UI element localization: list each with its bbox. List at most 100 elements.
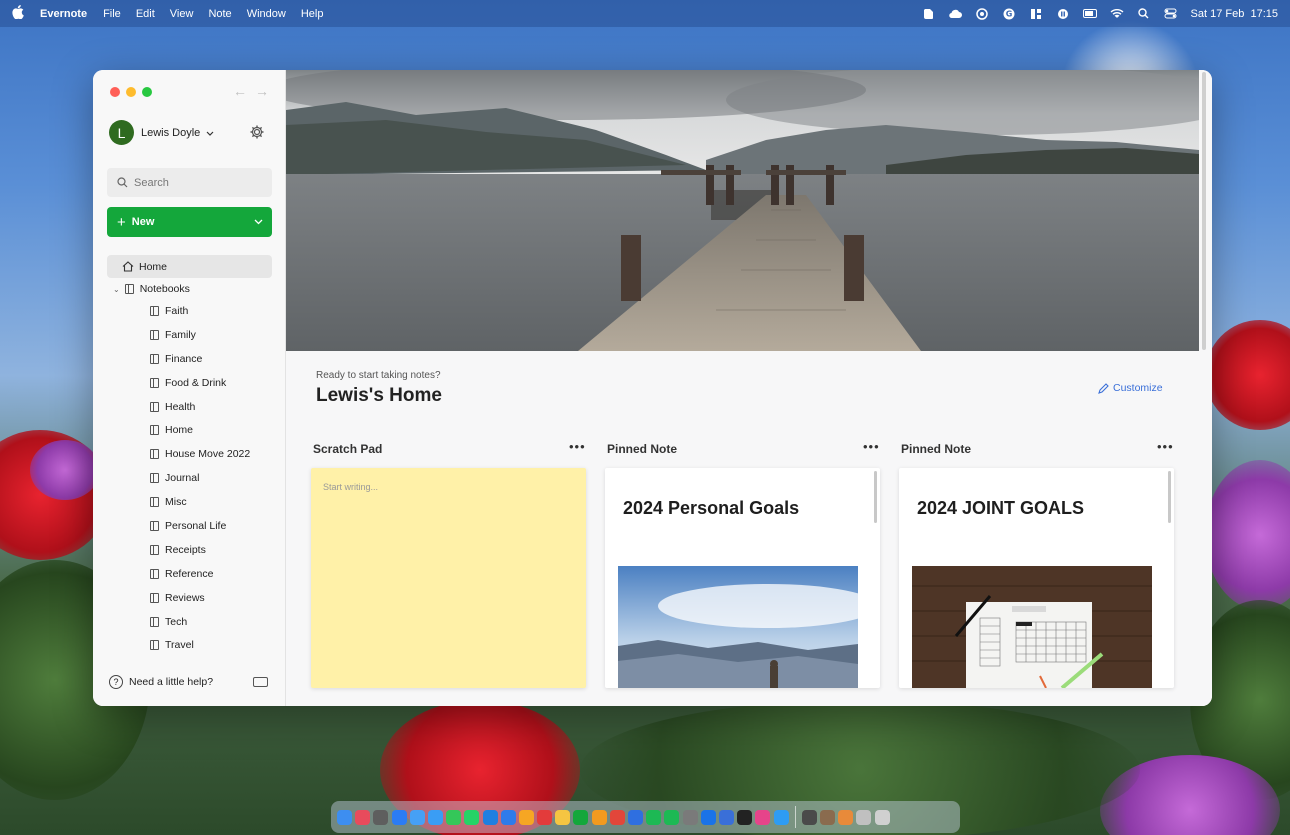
dock-app-icon[interactable]	[573, 809, 589, 825]
sidebar-item-notebook[interactable]: House Move 2022	[150, 442, 250, 466]
dock-app-icon[interactable]	[373, 809, 389, 825]
dock-app-icon[interactable]	[755, 809, 771, 825]
new-button-label: New	[131, 216, 155, 228]
note-scrollbar[interactable]	[1168, 471, 1171, 523]
dock-app-icon[interactable]	[464, 809, 480, 825]
dock-app-icon[interactable]	[518, 809, 534, 825]
pinned-note-card[interactable]: 2024 JOINT GOALS	[899, 468, 1174, 688]
control-center-icon[interactable]	[1164, 8, 1178, 20]
dock-app-icon[interactable]	[591, 809, 607, 825]
menu-file[interactable]: File	[103, 8, 121, 20]
vpn-icon[interactable]	[975, 7, 989, 20]
sidebar-item-notebook[interactable]: Receipts	[150, 538, 250, 562]
notebook-icon	[150, 329, 159, 340]
customize-button[interactable]: Customize	[1098, 382, 1163, 394]
main-scrollbar[interactable]	[1199, 70, 1211, 706]
dock-app-icon[interactable]	[838, 809, 854, 825]
notebook-label: Food & Drink	[165, 376, 227, 389]
battery-icon[interactable]	[1082, 8, 1097, 20]
dock-app-icon[interactable]	[446, 809, 462, 825]
sidebar-item-home[interactable]: Home	[107, 255, 272, 278]
dock-app-icon[interactable]	[874, 809, 890, 825]
menu-view[interactable]: View	[170, 8, 194, 20]
chat-icon[interactable]	[1056, 8, 1070, 20]
dock-app-icon[interactable]	[355, 809, 371, 825]
grammarly-icon[interactable]: G	[1002, 8, 1016, 20]
dock-app-icon[interactable]	[409, 809, 425, 825]
scrollbar-thumb[interactable]	[1202, 72, 1206, 350]
dock-app-icon[interactable]	[628, 809, 643, 825]
chevron-down-icon[interactable]: ⌄	[113, 285, 120, 294]
menubar-clock[interactable]: Sat 17 Feb 17:15	[1191, 8, 1278, 20]
dock-app-icon[interactable]	[820, 809, 836, 825]
spotlight-search-icon[interactable]	[1137, 8, 1151, 20]
help-label: Need a little help?	[129, 676, 214, 688]
dock-app-icon[interactable]	[391, 809, 407, 825]
menu-app-name[interactable]: Evernote	[40, 8, 87, 20]
scratch-pad-card[interactable]: Start writing...	[311, 468, 586, 688]
dock-app-icon[interactable]	[700, 809, 716, 825]
sidebar-item-notebook[interactable]: Finance	[150, 347, 250, 371]
sidebar-item-notebook[interactable]: Reviews	[150, 586, 250, 610]
note-scrollbar[interactable]	[874, 471, 877, 523]
menu-note[interactable]: Note	[208, 8, 231, 20]
more-options-icon[interactable]: •••	[1157, 439, 1174, 454]
window-manager-icon[interactable]	[1029, 8, 1043, 20]
sidebar-item-notebook[interactable]: Misc	[150, 490, 250, 514]
dock-app-icon[interactable]	[337, 809, 352, 825]
chevron-down-icon[interactable]	[254, 217, 263, 228]
dock-app-icon[interactable]	[500, 809, 516, 825]
dock-app-icon[interactable]	[646, 809, 662, 825]
sidebar-item-notebook[interactable]: Journal	[150, 466, 250, 490]
apple-icon[interactable]	[12, 5, 26, 22]
evernote-status-icon[interactable]	[921, 8, 935, 20]
notebook-label: Health	[165, 400, 196, 413]
wifi-icon[interactable]	[1110, 8, 1124, 20]
dock-app-icon[interactable]	[555, 809, 571, 825]
sidebar-item-notebook[interactable]: Tech	[150, 610, 250, 634]
dock-app-icon[interactable]	[482, 809, 498, 825]
gear-icon[interactable]	[249, 124, 265, 140]
dock-app-icon[interactable]	[718, 809, 734, 825]
dock-app-icon[interactable]	[801, 809, 817, 825]
sidebar-item-notebook[interactable]: Travel	[150, 633, 250, 657]
account-switcher[interactable]: L Lewis Doyle	[109, 120, 214, 145]
dock-app-icon[interactable]	[856, 809, 872, 825]
close-window-button[interactable]	[110, 87, 120, 97]
notebook-icon	[150, 568, 159, 579]
search-input[interactable]: Search	[107, 168, 272, 197]
minimize-window-button[interactable]	[126, 87, 136, 97]
menu-help[interactable]: Help	[301, 8, 324, 20]
dock-app-icon[interactable]	[664, 809, 680, 825]
cloud-icon[interactable]	[948, 8, 962, 20]
dock-app-icon[interactable]	[427, 809, 443, 825]
dock-app-icon[interactable]	[682, 809, 698, 825]
more-options-icon[interactable]: •••	[569, 439, 586, 454]
zoom-window-button[interactable]	[142, 87, 152, 97]
sidebar-item-notebook[interactable]: Family	[150, 323, 250, 347]
dock-app-icon[interactable]	[609, 809, 625, 825]
pinned-note-card[interactable]: 2024 Personal Goals	[605, 468, 880, 688]
sidebar-item-notebook[interactable]: Health	[150, 395, 250, 419]
sidebar-item-notebook[interactable]: Faith	[150, 299, 250, 323]
menu-edit[interactable]: Edit	[136, 8, 155, 20]
sidebar-item-notebooks[interactable]: ⌄ Notebooks	[113, 283, 190, 295]
note-image	[618, 566, 858, 688]
pinned-note-header: Pinned Note	[607, 442, 678, 456]
dock-app-icon[interactable]	[773, 809, 789, 825]
new-note-button[interactable]: + New	[107, 207, 272, 237]
menu-window[interactable]: Window	[247, 8, 286, 20]
sidebar-item-notebook[interactable]: Food & Drink	[150, 371, 250, 395]
forward-arrow-icon[interactable]: →	[255, 83, 269, 99]
back-arrow-icon[interactable]: ←	[233, 83, 247, 99]
sidebar-item-notebook[interactable]: Home	[150, 418, 250, 442]
sidebar-item-notebook[interactable]: Reference	[150, 562, 250, 586]
plus-icon: +	[117, 213, 126, 231]
keyboard-shortcuts-icon[interactable]	[253, 677, 268, 687]
dock-app-icon[interactable]	[537, 809, 553, 825]
sidebar-item-notebook[interactable]: Personal Life	[150, 514, 250, 538]
more-options-icon[interactable]: •••	[863, 439, 880, 454]
help-link[interactable]: ? Need a little help?	[109, 675, 213, 689]
pinned-note-title: 2024 JOINT GOALS	[917, 498, 1085, 518]
dock-app-icon[interactable]	[737, 809, 753, 825]
